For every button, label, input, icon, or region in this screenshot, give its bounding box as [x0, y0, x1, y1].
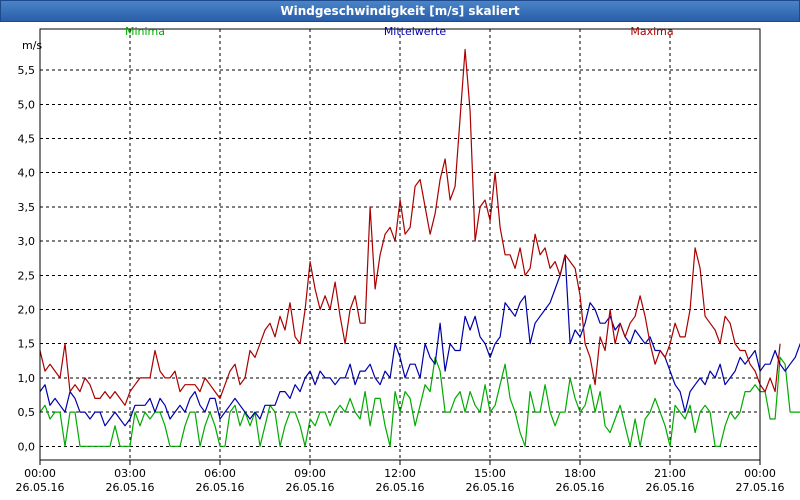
x-tick-label-time: 00:00 — [24, 467, 56, 480]
y-tick-label: 5,5 — [18, 64, 36, 77]
y-tick-label: 3,0 — [18, 235, 36, 248]
y-tick-label: 4,0 — [18, 167, 36, 180]
y-tick-label: 2,0 — [18, 303, 36, 316]
x-tick-label-time: 15:00 — [474, 467, 506, 480]
series-line-maxima — [39, 48, 781, 406]
series-lines — [39, 48, 800, 447]
x-tick-label-date: 26.05.16 — [646, 481, 695, 494]
x-tick-label-date: 26.05.16 — [556, 481, 605, 494]
x-tick-label-date: 26.05.16 — [286, 481, 335, 494]
x-tick-label-date: 26.05.16 — [466, 481, 515, 494]
y-axis-unit-label: m/s — [22, 39, 42, 52]
legend-entry-minima: Minima — [125, 25, 165, 38]
x-tick-label-time: 06:00 — [204, 467, 236, 480]
x-tick-label-date: 26.05.16 — [106, 481, 155, 494]
x-tick-label-time: 09:00 — [294, 467, 326, 480]
chart-title: Windgeschwindigkeit [m/s] skaliert — [280, 4, 520, 18]
x-tick-label-date: 27.05.16 — [736, 481, 785, 494]
x-tick-label-time: 18:00 — [564, 467, 596, 480]
y-tick-label: 4,5 — [18, 132, 36, 145]
x-tick-label-time: 03:00 — [114, 467, 146, 480]
series-line-minima — [39, 356, 800, 447]
axes: 0,0 0,5 1,0 1,5 2,0 2,5 3,0 3,5 4,0 4,5 5,0 5,5 00:0… — [16, 28, 785, 494]
x-tick-label-date: 26.05.16 — [196, 481, 245, 494]
y-tick-label: 5,0 — [18, 98, 36, 111]
x-tick-label-time: 21:00 — [654, 467, 686, 480]
x-tick-label-time: 12:00 — [384, 467, 416, 480]
grid-lines — [40, 29, 760, 460]
y-tick-label: 2,5 — [18, 269, 36, 282]
x-tick-label-time: 00:00 — [744, 467, 776, 480]
wind-speed-chart: 0,0 0,5 1,0 1,5 2,0 2,5 3,0 3,5 4,0 4,5 5,0 5,5 00:0… — [16, 25, 800, 494]
x-tick-label-date: 26.05.16 — [16, 481, 65, 494]
y-tick-label: 3,5 — [18, 201, 36, 214]
series-line-mittelwerte — [39, 254, 800, 427]
legend-entry-maxima: Maxima — [630, 25, 673, 38]
chart-title-bar: Windgeschwindigkeit [m/s] skaliert — [0, 0, 800, 22]
legend-entry-mittelwerte: Mittelwerte — [384, 25, 447, 38]
y-tick-label: 0,0 — [18, 440, 36, 453]
legend: Minima Mittelwerte Maxima — [125, 25, 674, 38]
y-tick-label: 1,5 — [18, 338, 36, 351]
x-tick-label-date: 26.05.16 — [376, 481, 425, 494]
y-tick-label: 0,5 — [18, 406, 36, 419]
y-tick-label: 1,0 — [18, 372, 36, 385]
